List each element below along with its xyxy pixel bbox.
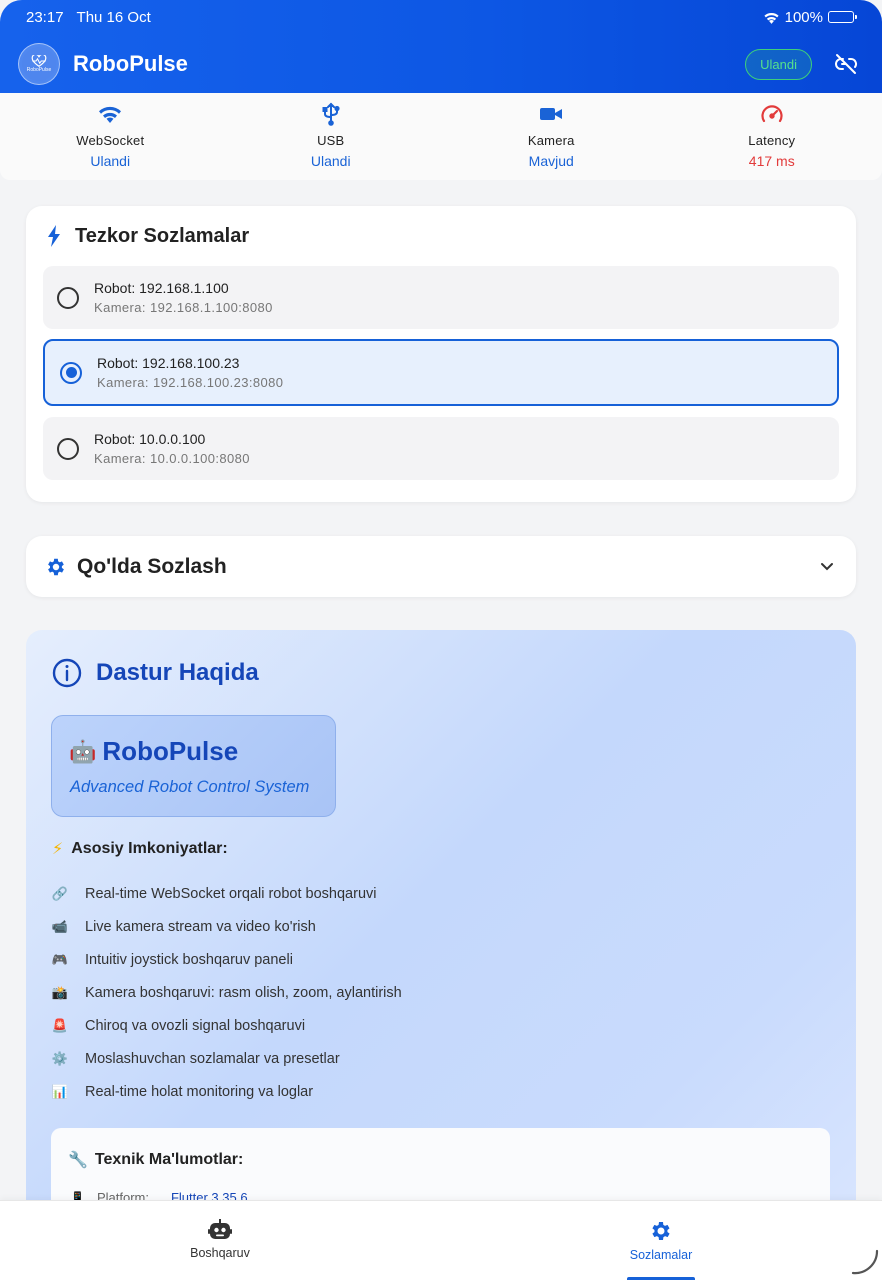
date: Thu 16 Oct — [76, 8, 151, 26]
link-emoji-icon: 🔗 — [51, 885, 69, 901]
preset-camera-address: Kamera: 192.168.1.100:8080 — [94, 300, 273, 315]
app-title: RoboPulse — [73, 51, 188, 76]
preset-option-selected[interactable]: Robot: 192.168.100.23 Kamera: 192.168.10… — [43, 339, 839, 406]
system-status-bar: 23:17 Thu 16 Oct 100% — [26, 8, 857, 26]
loading-spinner-icon — [851, 1249, 879, 1275]
app-header: 23:17 Thu 16 Oct 100% RoboPulse RoboPuls… — [0, 0, 882, 93]
bolt-emoji-icon: ⚡ — [52, 841, 64, 858]
gamepad-emoji-icon: 🎮 — [51, 951, 69, 967]
wrench-emoji-icon: 🔧 — [68, 1152, 88, 1169]
nav-label: Sozlamalar — [629, 1248, 693, 1262]
features-list: 🔗 Real-time WebSocket orqali robot boshqa… — [51, 877, 402, 1108]
feature-text: Intuitiv joystick boshqaruv paneli — [85, 951, 293, 968]
speedometer-icon — [760, 102, 784, 126]
list-item: 🚨 Chiroq va ovozli signal boshqaruvi — [51, 1009, 402, 1042]
preset-camera-address: Kamera: 192.168.100.23:8080 — [97, 375, 284, 390]
list-item: 📹 Live kamera stream va video ko'rish — [51, 910, 402, 943]
camera-flash-emoji-icon: 📸 — [51, 984, 69, 1000]
quick-settings-card: Tezkor Sozlamalar Robot: 192.168.1.100 K… — [26, 206, 856, 502]
card-title: Dastur Haqida — [96, 659, 259, 686]
feature-text: Live kamera stream va video ko'rish — [85, 918, 316, 935]
battery-percent: 100% — [784, 8, 823, 26]
link-off-icon — [835, 54, 857, 74]
preset-option[interactable]: Robot: 10.0.0.100 Kamera: 10.0.0.100:808… — [43, 417, 839, 480]
status-value: Ulandi — [90, 153, 131, 169]
siren-emoji-icon: 🚨 — [51, 1017, 69, 1033]
list-item: ⚙️ Moslashuvchan sozlamalar va presetlar — [51, 1042, 402, 1075]
logo-text: RoboPulse — [26, 67, 52, 73]
card-title: Qo'lda Sozlash — [77, 554, 227, 578]
preset-robot-address: Robot: 192.168.100.23 — [97, 355, 240, 371]
status-value: Mavjud — [528, 153, 574, 169]
connection-status-badge: Ulandi — [745, 48, 812, 80]
battery-icon — [828, 11, 857, 23]
nav-item-boshqaruv[interactable]: Boshqaruv — [150, 1219, 290, 1260]
gear-icon — [48, 558, 64, 575]
card-title: Tezkor Sozlamalar — [75, 224, 250, 247]
wifi-icon — [98, 102, 122, 126]
radio-button[interactable] — [57, 437, 79, 460]
bolt-icon — [48, 225, 60, 247]
chevron-down-icon[interactable] — [820, 558, 834, 576]
feature-text: Real-time WebSocket orqali robot boshqar… — [85, 885, 377, 902]
status-latency: Latency 417 ms — [662, 93, 882, 180]
robot-emoji-icon: 🤖 — [69, 738, 97, 764]
robot-icon — [208, 1219, 232, 1239]
disconnect-button[interactable] — [834, 52, 858, 76]
feature-text: Real-time holat monitoring va loglar — [85, 1083, 314, 1100]
gear-emoji-icon: ⚙️ — [51, 1050, 69, 1066]
feature-text: Chiroq va ovozli signal boshqaruvi — [85, 1017, 306, 1034]
camera-icon — [540, 102, 563, 126]
bottom-navigation-bar: Boshqaruv Sozlamalar — [0, 1200, 882, 1280]
list-item: 📸 Kamera boshqaruvi: rasm olish, zoom, ay… — [51, 976, 402, 1009]
feature-text: Moslashuvchan sozlamalar va presetlar — [85, 1050, 340, 1067]
nav-label: Boshqaruv — [190, 1246, 250, 1260]
status-label: Latency — [748, 133, 796, 148]
bar-chart-emoji-icon: 📊 — [51, 1083, 69, 1099]
preset-camera-address: Kamera: 10.0.0.100:8080 — [94, 451, 250, 466]
status-usb: USB Ulandi — [221, 93, 442, 180]
features-title: Asosiy Imkoniyatlar: — [71, 840, 228, 857]
manual-settings-expander[interactable]: Qo'lda Sozlash — [26, 536, 856, 597]
about-card: Dastur Haqida 🤖 RoboPulse Advanced Robot… — [26, 630, 856, 1270]
feature-text: Kamera boshqaruvi: rasm olish, zoom, ayl… — [85, 984, 402, 1001]
video-camera-emoji-icon: 📹 — [51, 918, 69, 934]
status-websocket: WebSocket Ulandi — [0, 93, 221, 180]
list-item: 🔗 Real-time WebSocket orqali robot boshqa… — [51, 877, 402, 910]
preset-robot-address: Robot: 192.168.1.100 — [94, 280, 229, 296]
status-label: WebSocket — [76, 133, 145, 148]
radio-button[interactable] — [57, 286, 79, 309]
status-value: Ulandi — [310, 153, 351, 169]
connection-status-strip: WebSocket Ulandi USB Ulandi Kamera Mavju… — [0, 93, 882, 180]
tech-info-title: Texnik Ma'lumotlar: — [94, 1151, 244, 1168]
status-label: USB — [317, 133, 345, 148]
clock: 23:17 — [26, 8, 64, 26]
status-label: Kamera — [527, 133, 575, 148]
status-value: 417 ms — [748, 153, 795, 169]
brand-name: RoboPulse — [102, 736, 239, 766]
usb-icon — [322, 102, 340, 126]
info-icon — [52, 658, 82, 688]
preset-option[interactable]: Robot: 192.168.1.100 Kamera: 192.168.1.1… — [43, 266, 839, 329]
wifi-status-icon — [764, 12, 779, 24]
nav-item-sozlamalar[interactable]: Sozlamalar — [591, 1219, 731, 1262]
preset-robot-address: Robot: 10.0.0.100 — [94, 431, 206, 447]
brand-tagline: Advanced Robot Control System — [70, 778, 310, 796]
status-camera: Kamera Mavjud — [441, 93, 662, 180]
app-logo: RoboPulse — [18, 43, 60, 85]
radio-button-checked[interactable] — [60, 361, 82, 384]
brand-box: 🤖 RoboPulse Advanced Robot Control Syste… — [51, 715, 336, 817]
list-item: 📊 Real-time holat monitoring va loglar — [51, 1075, 402, 1108]
gear-icon — [652, 1222, 670, 1240]
list-item: 🎮 Intuitiv joystick boshqaruv paneli — [51, 943, 402, 976]
